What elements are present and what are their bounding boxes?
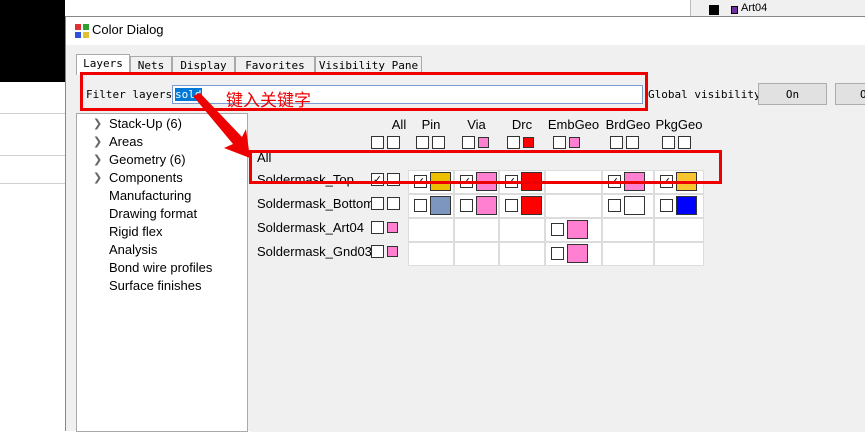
header-visibility-checkbox[interactable] [416, 136, 429, 149]
cell-color-swatch[interactable] [567, 244, 588, 263]
header-color-checkbox[interactable] [678, 136, 691, 149]
cell-color-swatch[interactable] [567, 220, 588, 239]
layer-name[interactable]: Soldermask_Art04 [257, 220, 364, 235]
grid-cell [654, 242, 704, 266]
grid-cell [454, 242, 499, 266]
layer-all-checkbox[interactable] [371, 245, 384, 258]
grid-cell [545, 194, 602, 218]
grid-cell [408, 218, 454, 242]
chevron-right-icon[interactable]: ❯ [93, 135, 102, 148]
annotation-text: 键入关键字 [226, 91, 311, 111]
background-divider [0, 183, 75, 184]
header-color-checkbox[interactable] [626, 136, 639, 149]
cell-color-swatch[interactable] [430, 196, 451, 215]
dialog-title: Color Dialog [92, 22, 164, 37]
tree-item[interactable]: Stack-Up (6) [109, 116, 182, 131]
layer-name[interactable]: Soldermask_Bottom [257, 196, 374, 211]
cell-visibility-checkbox[interactable] [608, 199, 621, 212]
column-header-drc: Drc [511, 117, 533, 132]
layer-category-tree: ❯ Stack-Up (6) ❯ Areas ❯ Geometry (6) ❯ Compone… [76, 113, 248, 432]
header-visibility-checkbox[interactable] [610, 136, 623, 149]
cell-visibility-checkbox[interactable] [660, 199, 673, 212]
background-app-dark-area [0, 0, 65, 82]
header-visibility-checkbox[interactable] [662, 136, 675, 149]
annotation-highlight-row [249, 150, 722, 184]
header-visibility-checkbox[interactable] [371, 136, 384, 149]
grid-cell [408, 242, 454, 266]
chevron-right-icon[interactable]: ❯ [93, 171, 102, 184]
background-divider [0, 155, 75, 156]
tree-item[interactable]: Manufacturing [109, 188, 191, 203]
cell-color-swatch[interactable] [476, 196, 497, 215]
grid-cell [454, 218, 499, 242]
column-header-pkggeo: PkgGeo [655, 117, 703, 132]
annotation-highlight-filter [80, 72, 648, 111]
layer-all-checkbox[interactable] [371, 197, 384, 210]
color-dialog: Color Dialog Layers Nets Display Favorit… [65, 16, 865, 432]
grid-cell [499, 218, 545, 242]
tree-item[interactable]: Surface finishes [109, 278, 202, 293]
header-visibility-checkbox[interactable] [462, 136, 475, 149]
column-header-embgeo: EmbGeo [547, 117, 600, 132]
layer-all-checkbox[interactable] [371, 221, 384, 234]
header-visibility-checkbox[interactable] [553, 136, 566, 149]
title-bar[interactable]: Color Dialog [66, 17, 865, 45]
header-color-swatch[interactable] [523, 137, 534, 148]
header-color-swatch[interactable] [478, 137, 489, 148]
column-header-via: Via [467, 117, 486, 132]
tree-item[interactable]: Bond wire profiles [109, 260, 212, 275]
tree-item[interactable]: Rigid flex [109, 224, 162, 239]
tree-item[interactable]: Areas [109, 134, 143, 149]
background-divider [0, 113, 75, 114]
cell-color-swatch[interactable] [624, 196, 645, 215]
background-layer-row: Art04 [690, 0, 865, 16]
cell-color-swatch[interactable] [676, 196, 697, 215]
header-color-swatch[interactable] [569, 137, 580, 148]
grid-cell [654, 218, 704, 242]
global-visibility-label: Global visibility: [648, 88, 768, 101]
global-visibility-off-button[interactable]: O [835, 83, 865, 105]
grid-cell [602, 218, 654, 242]
cell-visibility-checkbox[interactable] [551, 247, 564, 260]
layer-all-color-swatch[interactable] [387, 222, 398, 233]
layer-name[interactable]: Soldermask_Gnd03 [257, 244, 372, 259]
grid-cell [499, 242, 545, 266]
background-checkbox[interactable] [709, 5, 719, 15]
layer-all-color-checkbox[interactable] [387, 197, 400, 210]
background-app-panel [0, 82, 75, 431]
column-header-pin: Pin [421, 117, 441, 132]
header-color-checkbox[interactable] [432, 136, 445, 149]
cell-visibility-checkbox[interactable] [414, 199, 427, 212]
cell-visibility-checkbox[interactable] [460, 199, 473, 212]
header-color-checkbox[interactable] [387, 136, 400, 149]
background-layer-label: Art04 [741, 2, 768, 14]
column-header-brdgeo: BrdGeo [605, 117, 651, 132]
tree-item[interactable]: Components [109, 170, 183, 185]
color-dialog-icon [75, 24, 89, 38]
cell-visibility-checkbox[interactable] [505, 199, 518, 212]
header-visibility-checkbox[interactable] [507, 136, 520, 149]
chevron-right-icon[interactable]: ❯ [93, 117, 102, 130]
cell-color-swatch[interactable] [521, 196, 542, 215]
chevron-right-icon[interactable]: ❯ [93, 153, 102, 166]
layer-all-color-swatch[interactable] [387, 246, 398, 257]
tree-item[interactable]: Analysis [109, 242, 157, 257]
background-color-swatch[interactable] [731, 6, 738, 14]
cell-visibility-checkbox[interactable] [551, 223, 564, 236]
global-visibility-on-button[interactable]: On [758, 83, 827, 105]
grid-cell [602, 242, 654, 266]
tree-item[interactable]: Drawing format [109, 206, 197, 221]
tree-item[interactable]: Geometry (6) [109, 152, 186, 167]
